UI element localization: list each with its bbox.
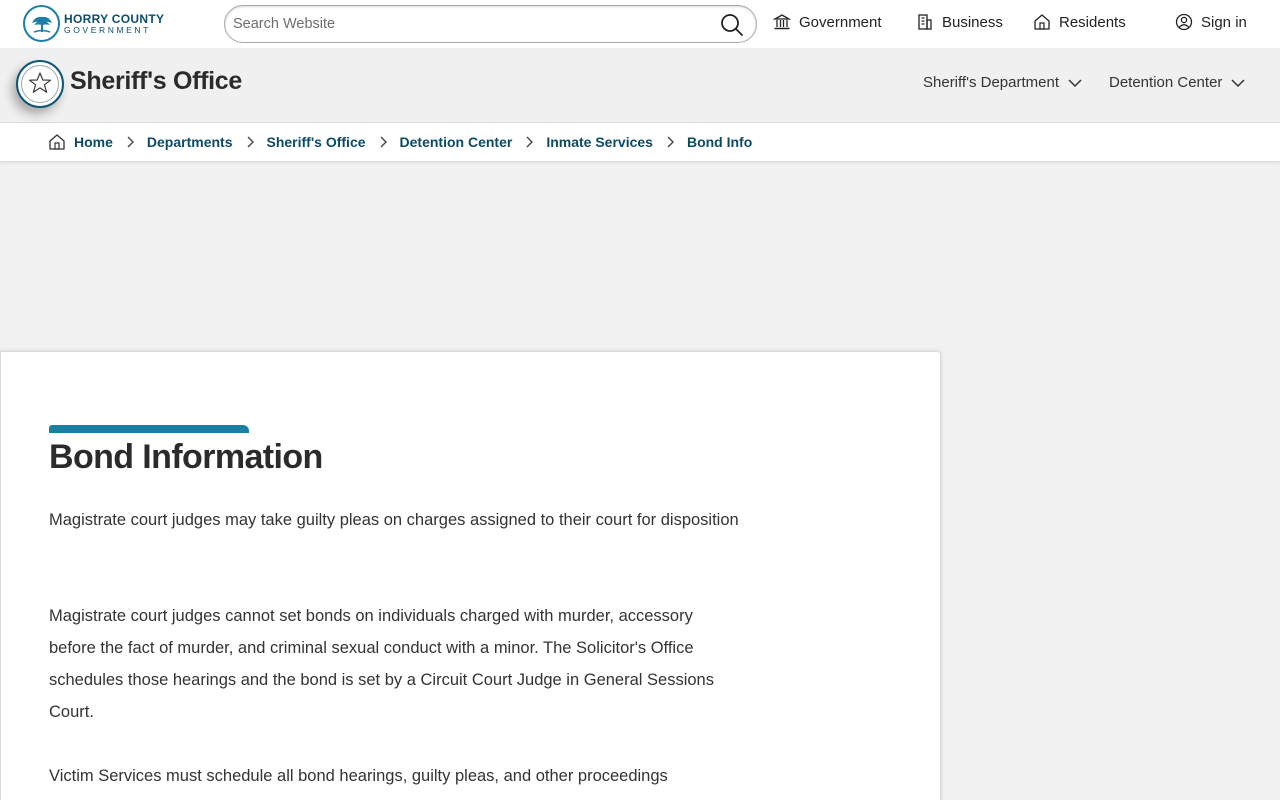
nav-business-label: Business [942,13,1003,31]
chevron-down-icon [1068,78,1082,87]
search-input[interactable] [233,16,703,32]
page-title: Bond Information [49,438,323,476]
breadcrumb-bar: Home Departments Sheriff's Office Detent… [0,123,1280,162]
chevron-right-icon [245,136,255,148]
breadcrumb: Home Departments Sheriff's Office Detent… [48,133,752,151]
office-building-icon [918,14,932,30]
nav-government-label: Government [799,13,882,31]
menu-detention-center[interactable]: Detention Center [1109,74,1246,91]
sign-in-button[interactable]: Sign in [1175,13,1247,31]
user-circle-icon [1175,13,1193,31]
search-box [224,5,757,43]
nav-residents-label: Residents [1059,13,1126,31]
breadcrumb-sheriffs-office[interactable]: Sheriff's Office [267,134,366,150]
breadcrumb-home[interactable]: Home [74,134,113,150]
breadcrumb-inmate-services[interactable]: Inmate Services [546,134,653,150]
sign-in-label: Sign in [1201,13,1247,31]
breadcrumb-departments[interactable]: Departments [147,134,233,150]
tree-logo-icon [23,5,60,42]
logo-title: HORRY COUNTY [64,11,165,26]
house-icon [1034,14,1050,30]
building-columns-icon [773,14,791,30]
chevron-right-icon [524,136,534,148]
content-card: Bond Information Magistrate court judges… [0,351,941,800]
search-icon[interactable] [720,13,744,37]
paragraph-victim-services: Victim Services must schedule all bond h… [49,767,668,785]
sheriff-star-icon [28,72,52,93]
menu-sheriffs-department-label: Sheriff's Department [923,74,1059,91]
nav-government[interactable]: Government [773,13,882,31]
top-bar: HORRY COUNTY GOVERNMENT Government Busin… [0,0,1280,48]
title-accent-bar [49,425,249,433]
breadcrumb-detention-center[interactable]: Detention Center [400,134,513,150]
chevron-down-icon [1231,78,1245,87]
menu-detention-center-label: Detention Center [1109,74,1223,91]
nav-residents[interactable]: Residents [1033,13,1126,31]
county-logo[interactable]: HORRY COUNTY GOVERNMENT [23,5,164,42]
paragraph-guilty-pleas: Magistrate court judges may take guilty … [49,511,739,529]
chevron-right-icon [125,136,135,148]
site-title[interactable]: Sheriff's Office [70,67,242,96]
logo-subtitle: GOVERNMENT [64,24,151,35]
nav-business[interactable]: Business [916,13,1003,31]
home-icon[interactable] [48,133,66,151]
department-header: Sheriff's Office Sheriff's Department De… [0,48,1280,123]
chevron-right-icon [665,136,675,148]
paragraph-bond-restrictions: Magistrate court judges cannot set bonds… [49,607,714,721]
chevron-right-icon [378,136,388,148]
sheriff-badge[interactable] [16,60,64,108]
breadcrumb-bond-info[interactable]: Bond Info [687,134,752,150]
menu-sheriffs-department[interactable]: Sheriff's Department [923,74,1083,91]
